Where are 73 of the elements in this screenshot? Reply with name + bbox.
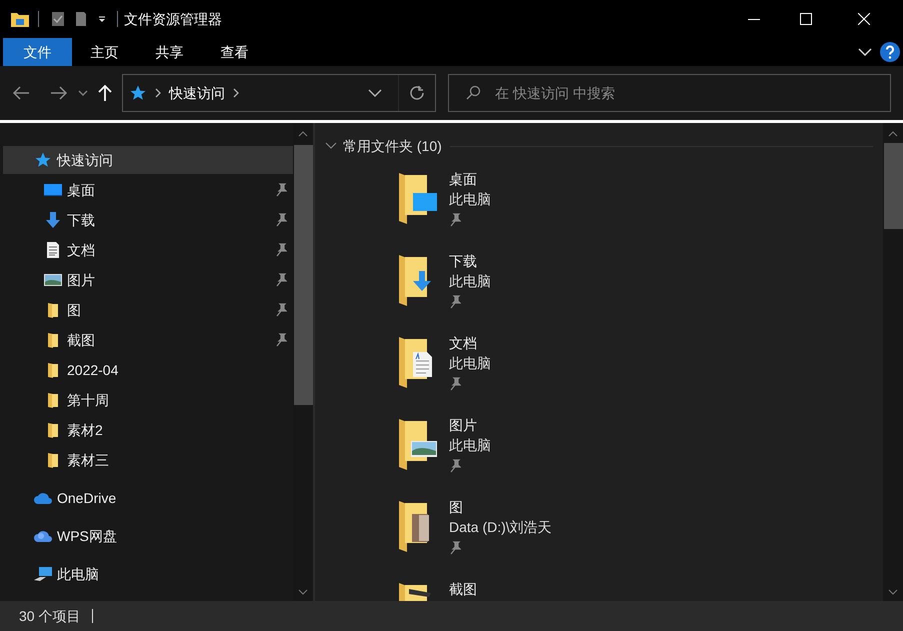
folder-name: 桌面	[449, 170, 478, 189]
folder-location: 此电脑	[449, 272, 491, 291]
picture-icon	[43, 273, 63, 287]
folder-name: 图片	[449, 416, 478, 435]
sidebar-item[interactable]: 文档	[3, 236, 293, 264]
properties-icon[interactable]	[51, 11, 65, 27]
back-arrow-icon[interactable]	[12, 86, 30, 100]
group-header[interactable]: 常用文件夹 (10)	[343, 136, 442, 156]
folder-tile[interactable]: 图 Data (D:)\刘浩天	[395, 493, 883, 575]
folder-name: 下载	[449, 252, 478, 271]
desktop-icon	[43, 183, 63, 197]
sidebar-item[interactable]: 桌面	[3, 176, 293, 204]
folder-location: Data (D:)\刘浩天	[449, 518, 552, 537]
star-icon	[33, 151, 53, 169]
chevron-right-icon[interactable]	[233, 88, 239, 98]
sidebar-item[interactable]: 快速访问	[3, 146, 293, 174]
computer-icon	[33, 566, 53, 582]
cloud-icon	[33, 529, 53, 543]
scrollbar-thumb[interactable]	[884, 143, 902, 229]
scroll-up-icon[interactable]	[298, 131, 308, 137]
close-icon	[858, 13, 870, 25]
folder-tile[interactable]: 文档 此电脑	[395, 329, 883, 411]
chevron-right-icon	[155, 88, 161, 98]
folder-tile[interactable]: 桌面 此电脑	[395, 165, 883, 247]
folder-icon	[10, 10, 30, 28]
dropdown-icon[interactable]	[97, 14, 107, 24]
scroll-up-icon[interactable]	[888, 131, 898, 137]
chevron-icon[interactable]	[858, 48, 872, 56]
folder-location: 此电脑	[449, 436, 491, 455]
sidebar-item[interactable]: 2022-04	[3, 356, 293, 384]
ribbon-tab[interactable]: 主页	[72, 38, 137, 66]
folder-name: 截图	[449, 580, 477, 599]
sidebar-item[interactable]: 此电脑	[3, 560, 293, 588]
sidebar-item[interactable]: 素材三	[3, 446, 293, 474]
scrollbar[interactable]	[883, 123, 903, 601]
breadcrumb[interactable]: 快速访问	[169, 82, 225, 104]
minimize-icon	[748, 18, 760, 20]
sidebar-item[interactable]: 图片	[3, 266, 293, 294]
sidebar-item[interactable]: OneDrive	[3, 484, 293, 512]
sidebar-item[interactable]: 第十周	[3, 386, 293, 414]
maximize-icon	[800, 13, 812, 25]
folder-tile[interactable]: 图片 此电脑	[395, 411, 883, 493]
ribbon-tab[interactable]: 查看	[202, 38, 267, 66]
forward-arrow-icon[interactable]	[50, 86, 68, 100]
address-bar[interactable]: 快速访问	[122, 74, 436, 112]
help-icon[interactable]	[880, 42, 900, 62]
refresh-icon[interactable]	[409, 85, 425, 101]
search-input[interactable]: 在 快速访问 中搜索	[495, 82, 890, 104]
star-icon	[129, 84, 147, 102]
ribbon-tab[interactable]: 文件	[3, 38, 72, 66]
folder-tile[interactable]: 下载 此电脑	[395, 247, 883, 329]
folder-name: 图	[449, 498, 464, 517]
item-count: 30 个项目	[19, 606, 80, 626]
new-folder-icon[interactable]	[75, 11, 87, 27]
scroll-down-icon[interactable]	[298, 589, 308, 595]
cloud-icon	[33, 491, 53, 505]
folder-location: 此电脑	[449, 354, 491, 373]
chevron-icon[interactable]	[368, 89, 382, 97]
sidebar-item[interactable]: WPS网盘	[3, 522, 293, 550]
sidebar-item[interactable]: 下载	[3, 206, 293, 234]
sidebar-item[interactable]: 截图	[3, 326, 293, 354]
up-arrow-icon[interactable]	[98, 84, 112, 102]
download-arrow-icon	[43, 211, 63, 229]
search-icon	[465, 85, 481, 101]
scrollbar-thumb[interactable]	[294, 145, 312, 405]
ribbon-tab[interactable]: 共享	[137, 38, 202, 66]
folder-location: 此电脑	[449, 190, 491, 209]
window-title: 文件资源管理器	[124, 10, 222, 28]
search-field[interactable]: 在 快速访问 中搜索	[448, 74, 891, 112]
scroll-down-icon[interactable]	[888, 589, 898, 595]
sidebar-item[interactable]: 素材2	[3, 416, 293, 444]
sidebar-item[interactable]: 图	[3, 296, 293, 324]
folder-name: 文档	[449, 334, 478, 353]
